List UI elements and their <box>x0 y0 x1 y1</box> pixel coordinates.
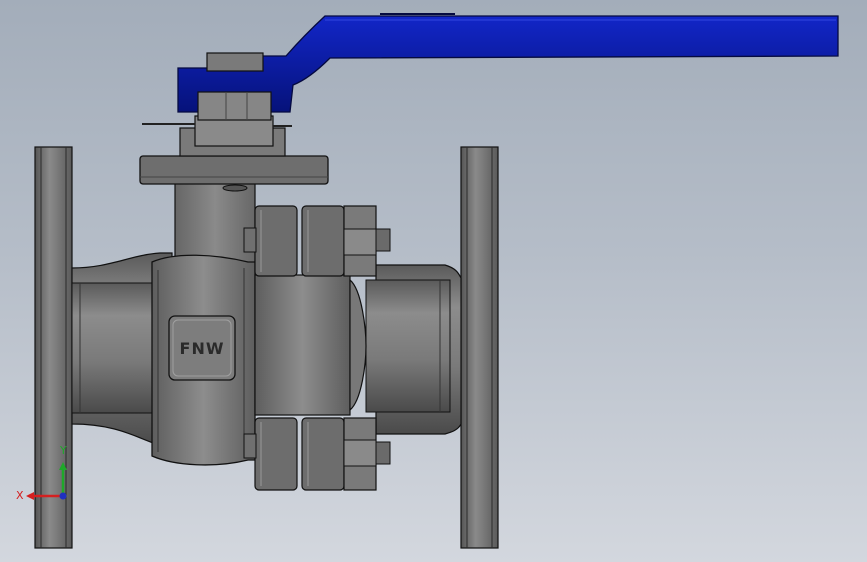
reference-triad: Y X <box>16 444 67 502</box>
z-axis-dot <box>59 492 67 500</box>
nameplate-text: FNW <box>180 339 225 358</box>
right-end-connector[interactable] <box>365 264 462 435</box>
x-axis-label: X <box>16 489 24 502</box>
x-arrow-head <box>26 492 34 500</box>
valve-body[interactable] <box>151 254 256 466</box>
right-flange[interactable] <box>460 146 499 549</box>
bolt-lower-mid[interactable] <box>301 417 345 491</box>
stud-left-upper <box>243 227 257 253</box>
ball-valve-model[interactable]: FNW <box>0 0 867 562</box>
y-arrow-head <box>59 462 67 470</box>
stud-left-lower <box>243 433 257 459</box>
mounting-pad[interactable] <box>139 155 329 185</box>
stem-gland[interactable] <box>142 115 292 157</box>
bolt-upper-mid[interactable] <box>301 205 345 277</box>
body-end-cap[interactable] <box>254 274 367 416</box>
bolt-lower-left[interactable] <box>254 417 298 491</box>
graphics-viewport[interactable]: FNW Y X <box>0 0 867 562</box>
bolt-upper-left[interactable] <box>254 205 298 277</box>
y-axis-label: Y <box>59 444 67 457</box>
lever-handle[interactable] <box>177 13 839 113</box>
